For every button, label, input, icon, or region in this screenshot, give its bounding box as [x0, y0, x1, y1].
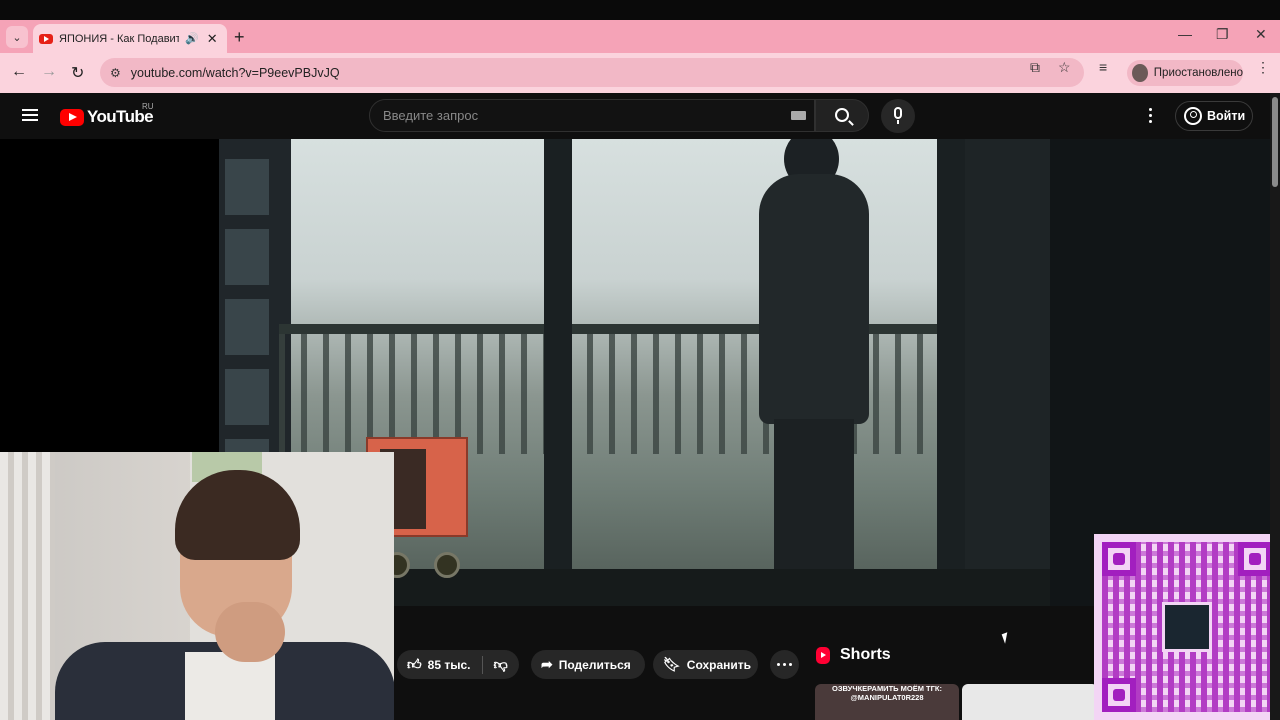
forward-icon[interactable]: → — [41, 63, 57, 81]
account-icon — [1184, 107, 1202, 125]
share-button[interactable]: ➦ Поделиться — [531, 650, 645, 679]
star-icon[interactable]: ☆ — [1058, 59, 1071, 76]
restore-icon[interactable]: ❐ — [1216, 26, 1229, 43]
youtube-play-icon — [60, 108, 84, 126]
thumbs-up-icon[interactable]: 👍︎ — [407, 656, 422, 673]
like-count[interactable]: 85 тыс. — [428, 658, 471, 672]
microphone-stand — [897, 120, 899, 124]
install-icon[interactable]: ⧉ — [1030, 59, 1040, 76]
voice-search-button[interactable] — [881, 99, 915, 133]
signin-button[interactable]: Войти — [1175, 101, 1253, 131]
share-label: Поделиться — [558, 657, 631, 672]
webcam-overlay — [0, 452, 394, 720]
shorts-caption: @MANIPULAT0R228 — [850, 693, 924, 702]
url-text: youtube.com/watch?v=P9eevPBJvJQ — [130, 65, 340, 80]
speaker-icon[interactable]: 🔊 — [185, 32, 199, 45]
tab-search-icon[interactable]: ⌄ — [6, 26, 28, 48]
reload-icon[interactable]: ↻ — [71, 63, 84, 83]
signin-label: Войти — [1207, 109, 1246, 123]
thumbs-down-icon[interactable]: 👎︎ — [493, 656, 507, 673]
minimize-icon[interactable]: — — [1178, 26, 1192, 42]
bookmark-icon: 🔖︎ — [663, 656, 681, 672]
shorts-title: Shorts — [840, 646, 891, 663]
keyboard-icon[interactable] — [791, 111, 806, 120]
search-placeholder: Введите запрос — [383, 108, 479, 123]
address-bar[interactable]: ⚙ youtube.com/watch?v=P9eevPBJvJQ — [100, 58, 1084, 87]
settings-dots-icon[interactable] — [1149, 108, 1153, 126]
active-tab[interactable]: ЯПОНИЯ - Как Подавить Н 🔊 ✕ — [33, 24, 227, 53]
youtube-logo[interactable]: YouTube RU — [60, 102, 154, 127]
scrollbar-thumb[interactable] — [1272, 97, 1278, 187]
page-scrollbar[interactable] — [1270, 93, 1280, 720]
video-window-post — [937, 139, 965, 606]
media-icon[interactable]: ≡ — [1099, 59, 1107, 75]
top-edge — [0, 0, 1280, 20]
profile-status: Приостановлено — [1153, 67, 1243, 79]
like-separator — [482, 655, 484, 674]
browser-toolbar: ← → ↻ ⚙ youtube.com/watch?v=P9eevPBJvJQ … — [0, 53, 1280, 93]
browser-menu-icon[interactable]: ⋮ — [1256, 59, 1270, 76]
tab-title: ЯПОНИЯ - Как Подавить Н — [59, 32, 179, 45]
more-actions-button[interactable] — [770, 650, 799, 679]
new-tab-icon[interactable]: + — [234, 27, 245, 48]
back-icon[interactable]: ← — [11, 63, 27, 81]
shorts-icon — [816, 646, 830, 664]
profile-button[interactable]: Приостановлено — [1127, 60, 1243, 86]
qr-code-overlay — [1094, 534, 1280, 720]
video-window-post — [544, 139, 572, 606]
shorts-thumbnail[interactable]: ОЗВУЧКЕРАМИТЬ МОЁМ ТГК: @MANIPULAT0R228 — [815, 684, 959, 720]
avatar — [1132, 64, 1148, 82]
microphone-icon — [894, 107, 902, 119]
search-icon — [835, 108, 849, 122]
region-code: RU — [142, 102, 154, 111]
search-input[interactable]: Введите запрос — [369, 99, 815, 132]
video-wall-right — [965, 139, 1050, 606]
window-close-icon[interactable]: ✕ — [1255, 26, 1267, 43]
shorts-caption: ОЗВУЧКЕРАМИТЬ МОЁМ ТГК: — [832, 684, 942, 693]
shorts-thumbnail[interactable] — [962, 684, 1098, 720]
like-dislike-group: 👍︎ 85 тыс. 👎︎ — [397, 650, 519, 679]
search-button[interactable] — [815, 99, 869, 132]
youtube-header: YouTube RU Введите запрос Войти — [0, 93, 1280, 139]
close-icon[interactable]: ✕ — [207, 31, 218, 47]
youtube-favicon-icon — [39, 33, 53, 44]
save-button[interactable]: 🔖︎ Сохранить — [653, 650, 758, 679]
video-person-silhouette — [739, 139, 879, 606]
site-info-icon[interactable]: ⚙ — [110, 66, 121, 80]
shorts-header: Shorts — [816, 646, 891, 664]
qr-center-logo — [1162, 602, 1212, 652]
tab-strip: ⌄ ЯПОНИЯ - Как Подавить Н 🔊 ✕ + — ❐ ✕ — [0, 20, 1280, 53]
hamburger-menu-icon[interactable] — [22, 109, 38, 121]
save-label: Сохранить — [686, 657, 752, 672]
share-icon: ➦ — [541, 656, 553, 672]
